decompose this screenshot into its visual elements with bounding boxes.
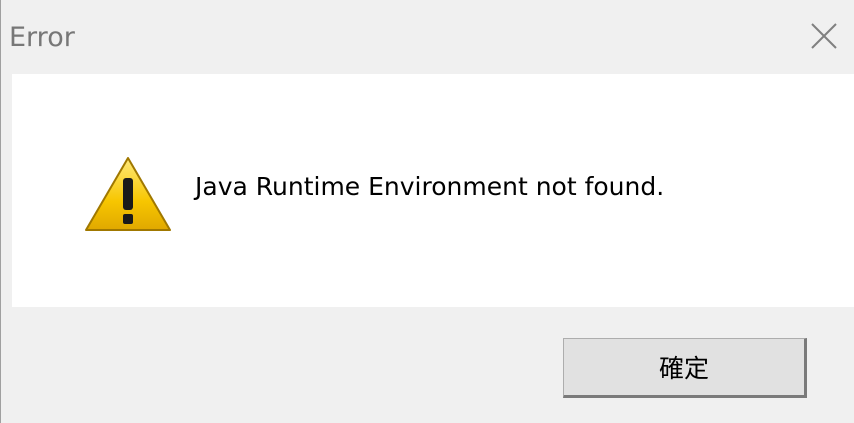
ok-button[interactable]: 確定	[563, 338, 807, 398]
error-message: Java Runtime Environment not found.	[195, 172, 665, 201]
message-area: Java Runtime Environment not found.	[12, 74, 854, 307]
close-button[interactable]	[804, 16, 844, 56]
warning-icon	[85, 157, 171, 231]
title-bar: Error	[1, 0, 854, 74]
button-bar: 確定	[12, 307, 854, 423]
error-dialog: Error Java Runtime Environment not found…	[0, 0, 854, 423]
close-icon	[811, 23, 837, 49]
dialog-title: Error	[9, 22, 75, 53]
